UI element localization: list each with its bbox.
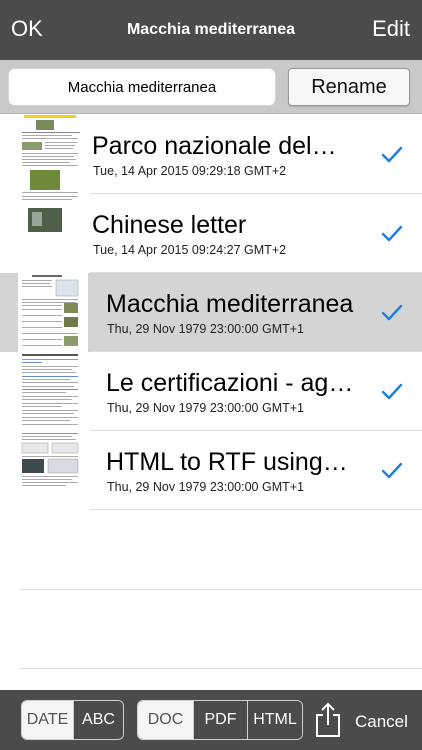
checkmark-icon[interactable] bbox=[381, 383, 403, 401]
document-thumbnail bbox=[18, 194, 88, 273]
rename-bar: Rename bbox=[0, 60, 422, 114]
page-title: Macchia mediterranea bbox=[126, 21, 296, 38]
document-list: Parco nazionale del… Tue, 14 Apr 2015 09… bbox=[0, 115, 422, 510]
share-icon[interactable] bbox=[314, 702, 342, 738]
document-date: Tue, 14 Apr 2015 09:29:18 GMT+2 bbox=[93, 164, 287, 178]
document-title: Parco nazionale del… bbox=[92, 132, 337, 160]
list-item[interactable]: Le certificazioni - ag… Thu, 29 Nov 1979… bbox=[0, 352, 422, 431]
document-thumbnail bbox=[18, 431, 88, 510]
checkmark-icon[interactable] bbox=[381, 146, 403, 164]
checkmark-icon[interactable] bbox=[381, 462, 403, 480]
rename-button[interactable]: Rename bbox=[288, 68, 410, 106]
sort-segmented-control: DATE ABC bbox=[21, 700, 124, 740]
document-date: Thu, 29 Nov 1979 23:00:00 GMT+1 bbox=[107, 322, 304, 336]
format-pdf-button[interactable]: PDF bbox=[193, 701, 247, 739]
sort-by-abc-button[interactable]: ABC bbox=[73, 701, 123, 739]
document-date: Tue, 14 Apr 2015 09:24:27 GMT+2 bbox=[93, 243, 287, 257]
checkmark-icon[interactable] bbox=[381, 225, 403, 243]
list-item[interactable]: HTML to RTF using… Thu, 29 Nov 1979 23:0… bbox=[0, 431, 422, 510]
format-segmented-control: DOC PDF HTML bbox=[137, 700, 303, 740]
document-date: Thu, 29 Nov 1979 23:00:00 GMT+1 bbox=[107, 480, 304, 494]
row-divider bbox=[90, 509, 422, 510]
document-title: HTML to RTF using… bbox=[106, 448, 348, 476]
document-thumbnail bbox=[18, 115, 88, 194]
document-thumbnail bbox=[18, 352, 88, 431]
navigation-bar: OK Macchia mediterranea Edit bbox=[0, 0, 422, 60]
document-thumbnail bbox=[18, 273, 88, 352]
empty-row-divider bbox=[20, 589, 422, 590]
cancel-button[interactable]: Cancel bbox=[355, 712, 408, 732]
list-item[interactable]: Parco nazionale del… Tue, 14 Apr 2015 09… bbox=[0, 115, 422, 194]
document-name-input[interactable] bbox=[8, 68, 276, 106]
document-title: Chinese letter bbox=[92, 211, 247, 239]
document-date: Thu, 29 Nov 1979 23:00:00 GMT+1 bbox=[107, 401, 304, 415]
empty-row-divider bbox=[20, 668, 422, 669]
sort-by-date-button[interactable]: DATE bbox=[22, 701, 73, 739]
document-title: Macchia mediterranea bbox=[106, 290, 354, 318]
list-item[interactable]: Macchia mediterranea Thu, 29 Nov 1979 23… bbox=[0, 273, 422, 352]
edit-button[interactable]: Edit bbox=[372, 16, 410, 42]
document-title: Le certificazioni - ag… bbox=[106, 369, 354, 397]
format-doc-button[interactable]: DOC bbox=[138, 701, 193, 739]
checkmark-icon[interactable] bbox=[381, 304, 403, 322]
list-item[interactable]: Chinese letter Tue, 14 Apr 2015 09:24:27… bbox=[0, 194, 422, 273]
format-html-button[interactable]: HTML bbox=[247, 701, 302, 739]
bottom-toolbar: DATE ABC DOC PDF HTML Cancel bbox=[0, 690, 422, 750]
